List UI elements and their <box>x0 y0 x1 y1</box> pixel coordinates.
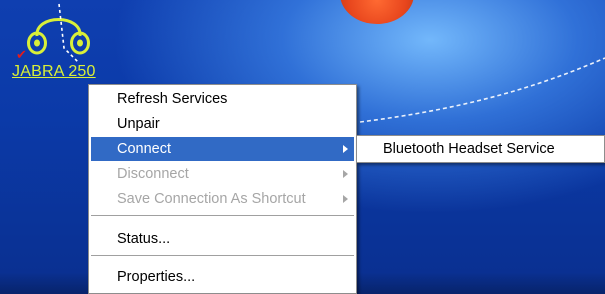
menu-item-label: Refresh Services <box>117 91 228 107</box>
checkmark-icon: ✔ <box>16 48 27 63</box>
menu-item-label: Disconnect <box>117 166 189 182</box>
menu-item-save-connection-as-shortcut: Save Connection As Shortcut <box>91 187 354 211</box>
submenu-arrow-icon <box>343 170 348 178</box>
submenu-arrow-icon <box>343 145 348 153</box>
menu-item-disconnect: Disconnect <box>91 162 354 186</box>
menu-item-refresh-services[interactable]: Refresh Services <box>91 87 354 111</box>
menu-item-label: Status... <box>117 231 171 247</box>
menu-item-label: Properties... <box>117 269 196 285</box>
submenu-item-bluetooth-headset-service[interactable]: Bluetooth Headset Service <box>359 137 602 161</box>
menu-item-label: Unpair <box>117 116 160 132</box>
connect-submenu: Bluetooth Headset Service <box>356 135 605 163</box>
menu-item-label: Save Connection As Shortcut <box>117 191 306 207</box>
submenu-arrow-icon <box>343 195 348 203</box>
device-label[interactable]: JABRA 250 <box>12 63 96 81</box>
context-menu: Refresh Services Unpair Connect Disconne… <box>88 84 357 294</box>
menu-separator <box>91 215 354 216</box>
submenu-item-label: Bluetooth Headset Service <box>383 141 555 157</box>
menu-item-unpair[interactable]: Unpair <box>91 112 354 136</box>
menu-item-connect[interactable]: Connect <box>91 137 354 161</box>
headset-icon[interactable] <box>20 0 98 66</box>
menu-item-properties[interactable]: Properties... <box>91 265 354 289</box>
menu-item-label: Connect <box>117 141 172 157</box>
menu-separator <box>91 255 354 256</box>
menu-item-status[interactable]: Status... <box>91 227 354 251</box>
